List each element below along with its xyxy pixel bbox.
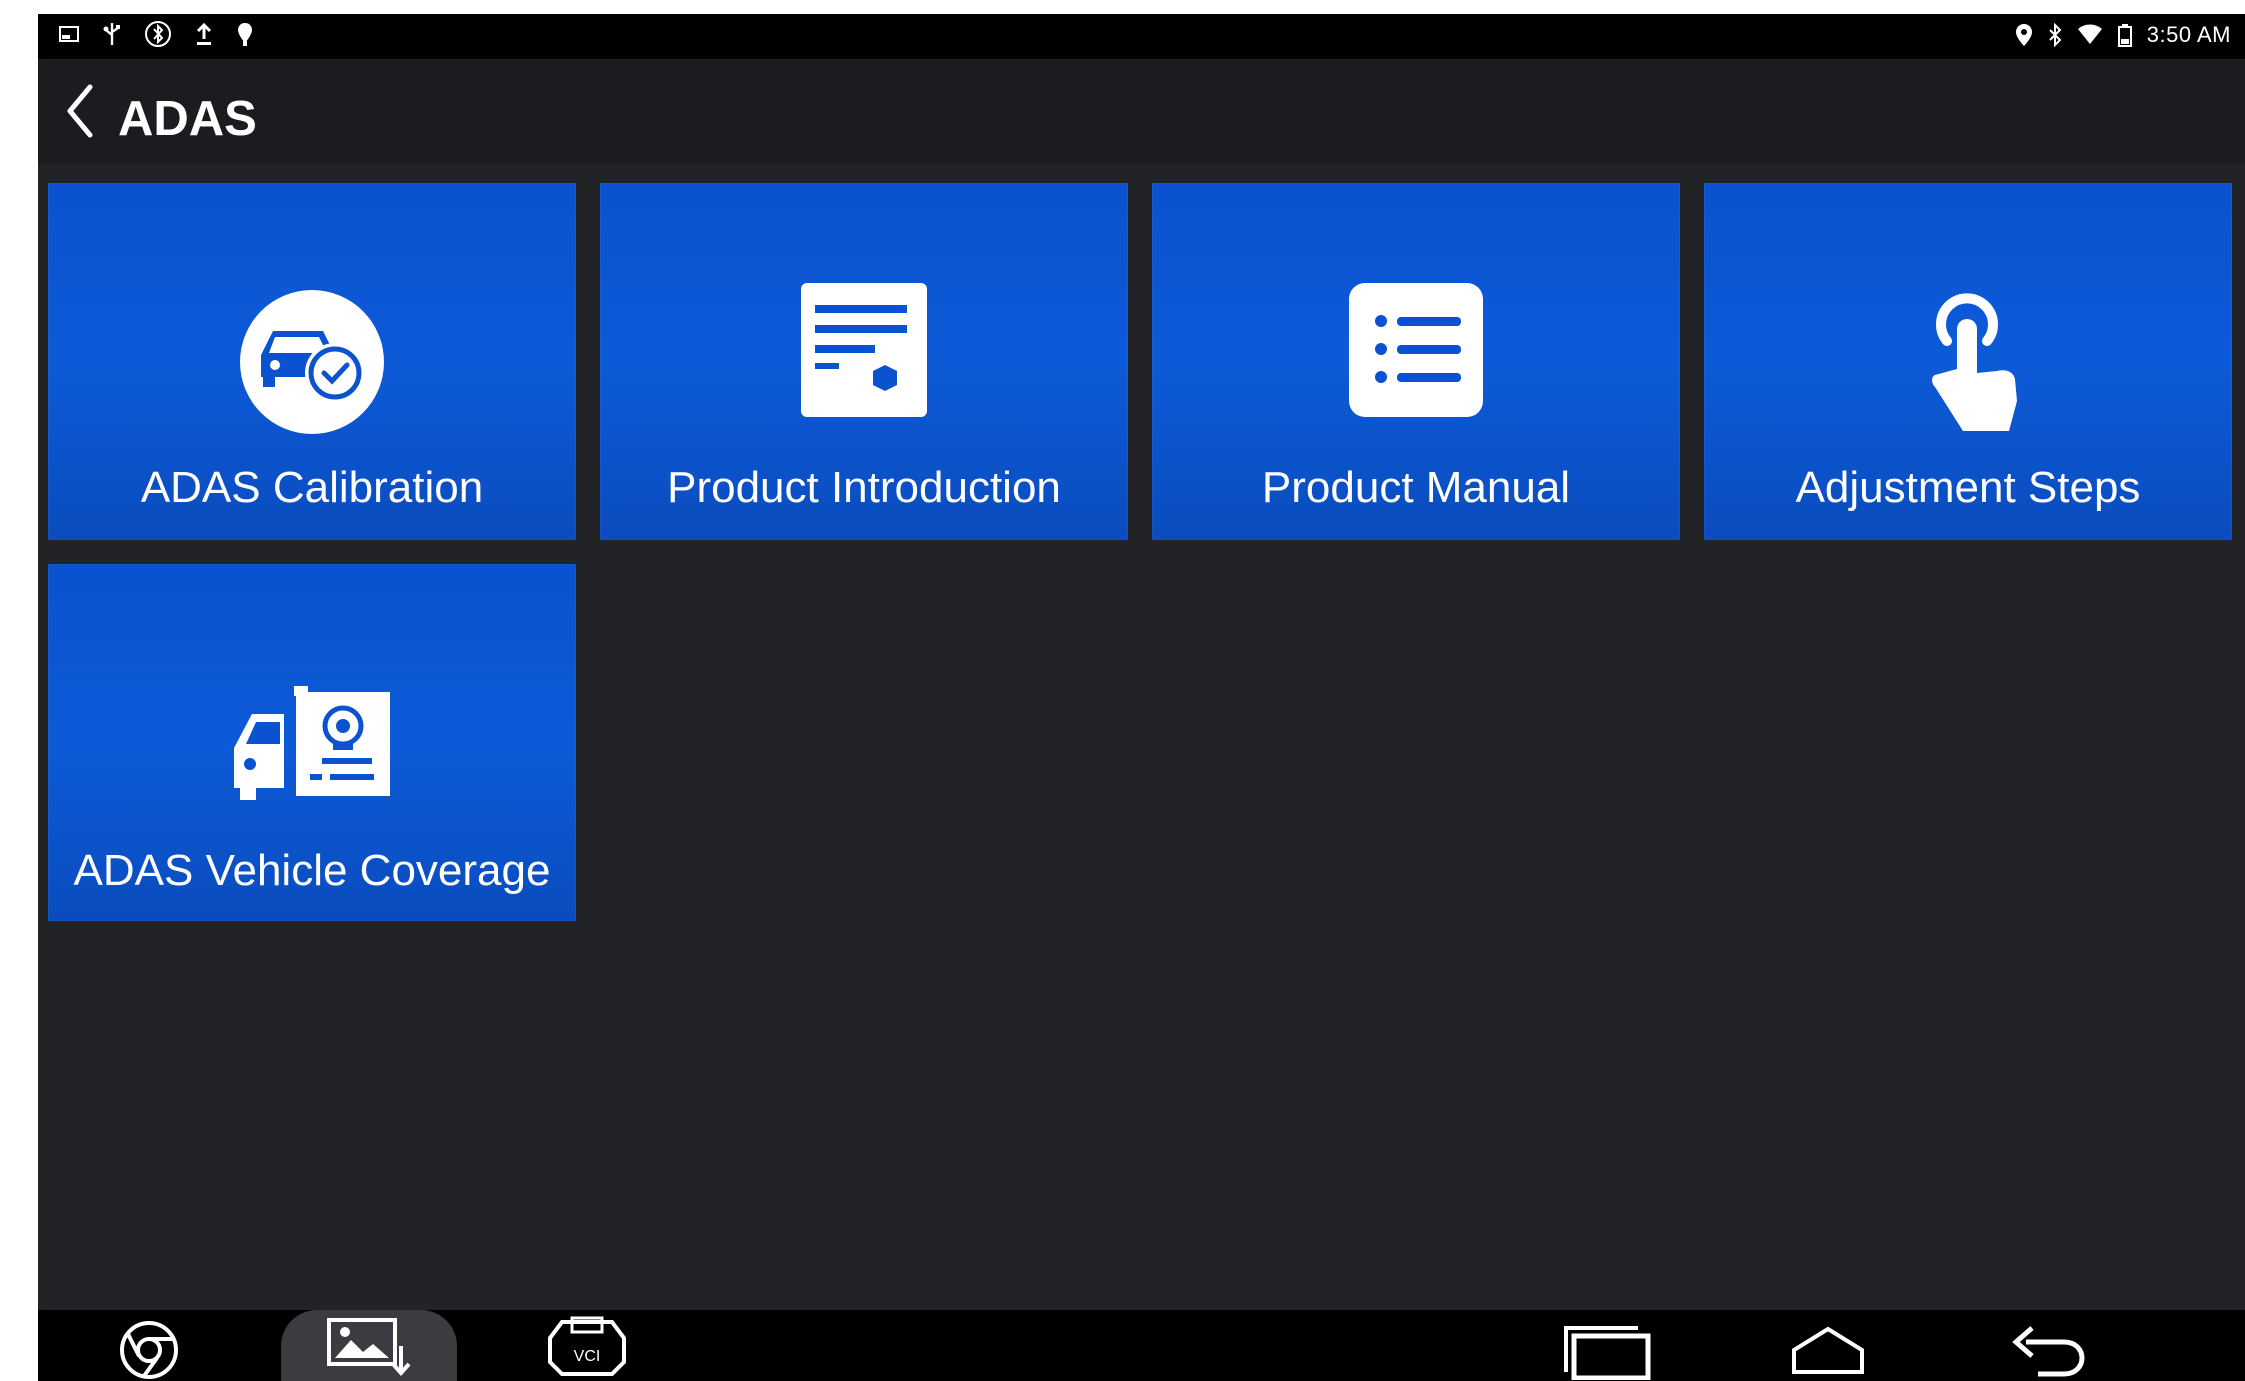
- vehicle-coverage-icon: [234, 686, 390, 807]
- location-icon: [2015, 23, 2033, 47]
- tile-label: ADAS Vehicle Coverage: [73, 846, 551, 895]
- device-screen: 3:50 AM ADAS ADAS Calibration Product In…: [38, 14, 2245, 1381]
- battery-icon: [2117, 23, 2133, 47]
- recent-apps-button[interactable]: [1562, 1324, 1652, 1381]
- bluetooth-circle-icon: [144, 20, 172, 48]
- tile-label: Product Introduction: [667, 463, 1061, 512]
- page-title: ADAS: [118, 92, 257, 146]
- gallery-download-button[interactable]: [323, 1316, 415, 1381]
- screenshot-icon: [58, 23, 80, 45]
- bluetooth-icon: [2047, 23, 2063, 47]
- usb-icon: [102, 21, 122, 47]
- list-icon: [1349, 283, 1483, 424]
- tile-label: Adjustment Steps: [1795, 463, 2141, 512]
- wifi-icon: [2077, 24, 2103, 46]
- tile-label: ADAS Calibration: [140, 463, 484, 512]
- app-bar: ADAS: [38, 59, 2245, 164]
- gallery-download-icon: [327, 1318, 411, 1377]
- chrome-button[interactable]: [114, 1320, 184, 1381]
- tile-adjustment-steps[interactable]: Adjustment Steps: [1704, 183, 2232, 540]
- tile-label: Product Manual: [1261, 463, 1571, 512]
- tile-product-manual[interactable]: Product Manual: [1152, 183, 1680, 540]
- vci-button[interactable]: VCI: [544, 1316, 630, 1381]
- chevron-left-icon: [67, 84, 93, 138]
- chrome-icon: [120, 1321, 178, 1379]
- location-pin-icon: [236, 21, 254, 47]
- status-clock: 3:50 AM: [2146, 22, 2231, 47]
- vci-icon: VCI: [548, 1316, 626, 1376]
- recent-apps-icon: [1564, 1326, 1651, 1381]
- back-button[interactable]: [60, 81, 106, 141]
- tile-product-introduction[interactable]: Product Introduction: [600, 183, 1128, 540]
- system-back-button[interactable]: [2008, 1322, 2088, 1381]
- navigation-bar: VCI: [38, 1310, 2245, 1381]
- tile-adas-calibration[interactable]: ADAS Calibration: [48, 183, 576, 540]
- home-button[interactable]: [1790, 1326, 1866, 1381]
- document-icon: [801, 283, 927, 424]
- hand-tap-icon: [1913, 291, 2023, 442]
- car-check-icon: [239, 289, 385, 440]
- svg-text:VCI: VCI: [574, 1348, 601, 1365]
- status-bar: 3:50 AM: [38, 14, 2245, 59]
- back-icon: [2012, 1326, 2085, 1377]
- upload-icon: [194, 21, 214, 47]
- tile-adas-vehicle-coverage[interactable]: ADAS Vehicle Coverage: [48, 564, 576, 921]
- home-icon: [1792, 1326, 1864, 1374]
